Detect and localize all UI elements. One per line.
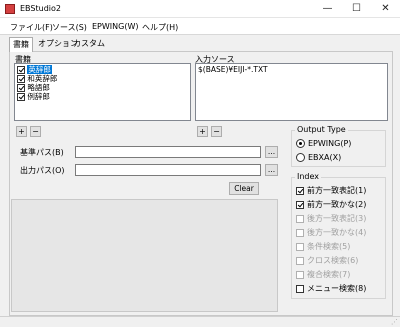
output-path-browse-button[interactable]: ...	[265, 164, 278, 176]
index-label: 後方一致表記(3)	[307, 214, 367, 223]
menu-file[interactable]: ファイル(F)	[10, 22, 53, 33]
index-checkbox[interactable]	[296, 186, 304, 195]
clear-button[interactable]: Clear	[229, 182, 259, 195]
base-path-browse-button[interactable]: ...	[265, 146, 278, 158]
remove-source-button[interactable]: −	[211, 126, 222, 137]
index-option[interactable]: メニュー検索(8)	[296, 283, 366, 294]
epwing-radio[interactable]: EPWING(P)	[296, 138, 351, 149]
ebxa-radio[interactable]: EBXA(X)	[296, 152, 341, 163]
index-option[interactable]: 前方一致表記(1)	[296, 185, 366, 196]
base-path-input[interactable]	[75, 146, 261, 158]
index-label: クロス検索(6)	[307, 256, 359, 265]
output-path-label: 出力パス(O)	[20, 166, 65, 175]
output-path-input[interactable]	[75, 164, 261, 176]
radio-button[interactable]	[296, 153, 305, 162]
index-option[interactable]: 後方一致表記(3)	[296, 213, 366, 224]
list-item[interactable]: 略語郎	[17, 84, 50, 92]
list-item[interactable]: 例辞郎	[17, 93, 50, 101]
status-bar: ⋰	[0, 316, 400, 327]
index-checkbox[interactable]	[296, 270, 304, 279]
index-label: 複合検索(7)	[307, 270, 351, 279]
index-label: 条件検索(5)	[307, 242, 351, 251]
index-label: メニュー検索(8)	[307, 284, 367, 293]
index-checkbox[interactable]	[296, 228, 304, 237]
index-label: 後方一致かな(4)	[307, 228, 367, 237]
source-list[interactable]: $(BASE)¥EIJI-*.TXT	[195, 63, 388, 121]
book-checkbox[interactable]	[17, 66, 25, 74]
title-bar[interactable]: EBStudio2 — ☐ ✕	[0, 0, 400, 18]
index-checkbox[interactable]	[296, 256, 304, 265]
resize-grip-icon[interactable]: ⋰	[391, 319, 398, 326]
book-checkbox[interactable]	[17, 84, 25, 92]
close-button[interactable]: ✕	[371, 0, 400, 18]
index-checkbox[interactable]	[296, 284, 304, 293]
add-source-button[interactable]: +	[197, 126, 208, 137]
index-option[interactable]: 後方一致かな(4)	[296, 227, 366, 238]
menu-source[interactable]: ソース(S)	[52, 22, 87, 33]
menu-bar: ファイル(F) ソース(S) EPWING(W) ヘルプ(H)	[0, 18, 400, 35]
book-label: 略語郎	[27, 83, 50, 92]
index-option[interactable]: クロス検索(6)	[296, 255, 358, 266]
books-list[interactable]: 英辞郎 和英辞郎 略語郎 例辞郎	[14, 63, 191, 121]
tab-custom[interactable]: カスタム	[70, 37, 108, 51]
base-path-label: 基準パス(B)	[20, 148, 64, 157]
book-label: 英辞郎	[27, 65, 52, 74]
remove-book-button[interactable]: −	[30, 126, 41, 137]
book-checkbox[interactable]	[17, 93, 25, 101]
book-label: 例辞郎	[27, 92, 50, 101]
minimize-button[interactable]: —	[313, 0, 342, 18]
menu-help[interactable]: ヘルプ(H)	[142, 22, 178, 33]
radio-label: EPWING(P)	[308, 139, 352, 148]
maximize-button[interactable]: ☐	[342, 0, 371, 18]
source-item[interactable]: $(BASE)¥EIJI-*.TXT	[198, 66, 268, 74]
add-book-button[interactable]: +	[16, 126, 27, 137]
index-option[interactable]: 条件検索(5)	[296, 241, 350, 252]
output-type-title: Output Type	[295, 125, 348, 134]
tab-books[interactable]: 書籍	[9, 37, 33, 52]
index-title: Index	[295, 172, 322, 181]
index-checkbox[interactable]	[296, 200, 304, 209]
list-item[interactable]: 和英辞郎	[17, 75, 57, 83]
index-label: 前方一致表記(1)	[307, 186, 367, 195]
index-label: 前方一致かな(2)	[307, 200, 367, 209]
radio-button[interactable]	[296, 139, 305, 148]
book-label: 和英辞郎	[27, 74, 58, 83]
list-item[interactable]: 英辞郎	[17, 65, 52, 74]
book-checkbox[interactable]	[17, 75, 25, 83]
index-option[interactable]: 前方一致かな(2)	[296, 199, 366, 210]
index-checkbox[interactable]	[296, 242, 304, 251]
window-title: EBStudio2	[20, 4, 61, 13]
index-option[interactable]: 複合検索(7)	[296, 269, 350, 280]
index-checkbox[interactable]	[296, 214, 304, 223]
log-panel	[11, 199, 278, 312]
menu-epwing[interactable]: EPWING(W)	[92, 22, 138, 31]
radio-label: EBXA(X)	[308, 153, 342, 162]
app-icon	[5, 4, 15, 14]
